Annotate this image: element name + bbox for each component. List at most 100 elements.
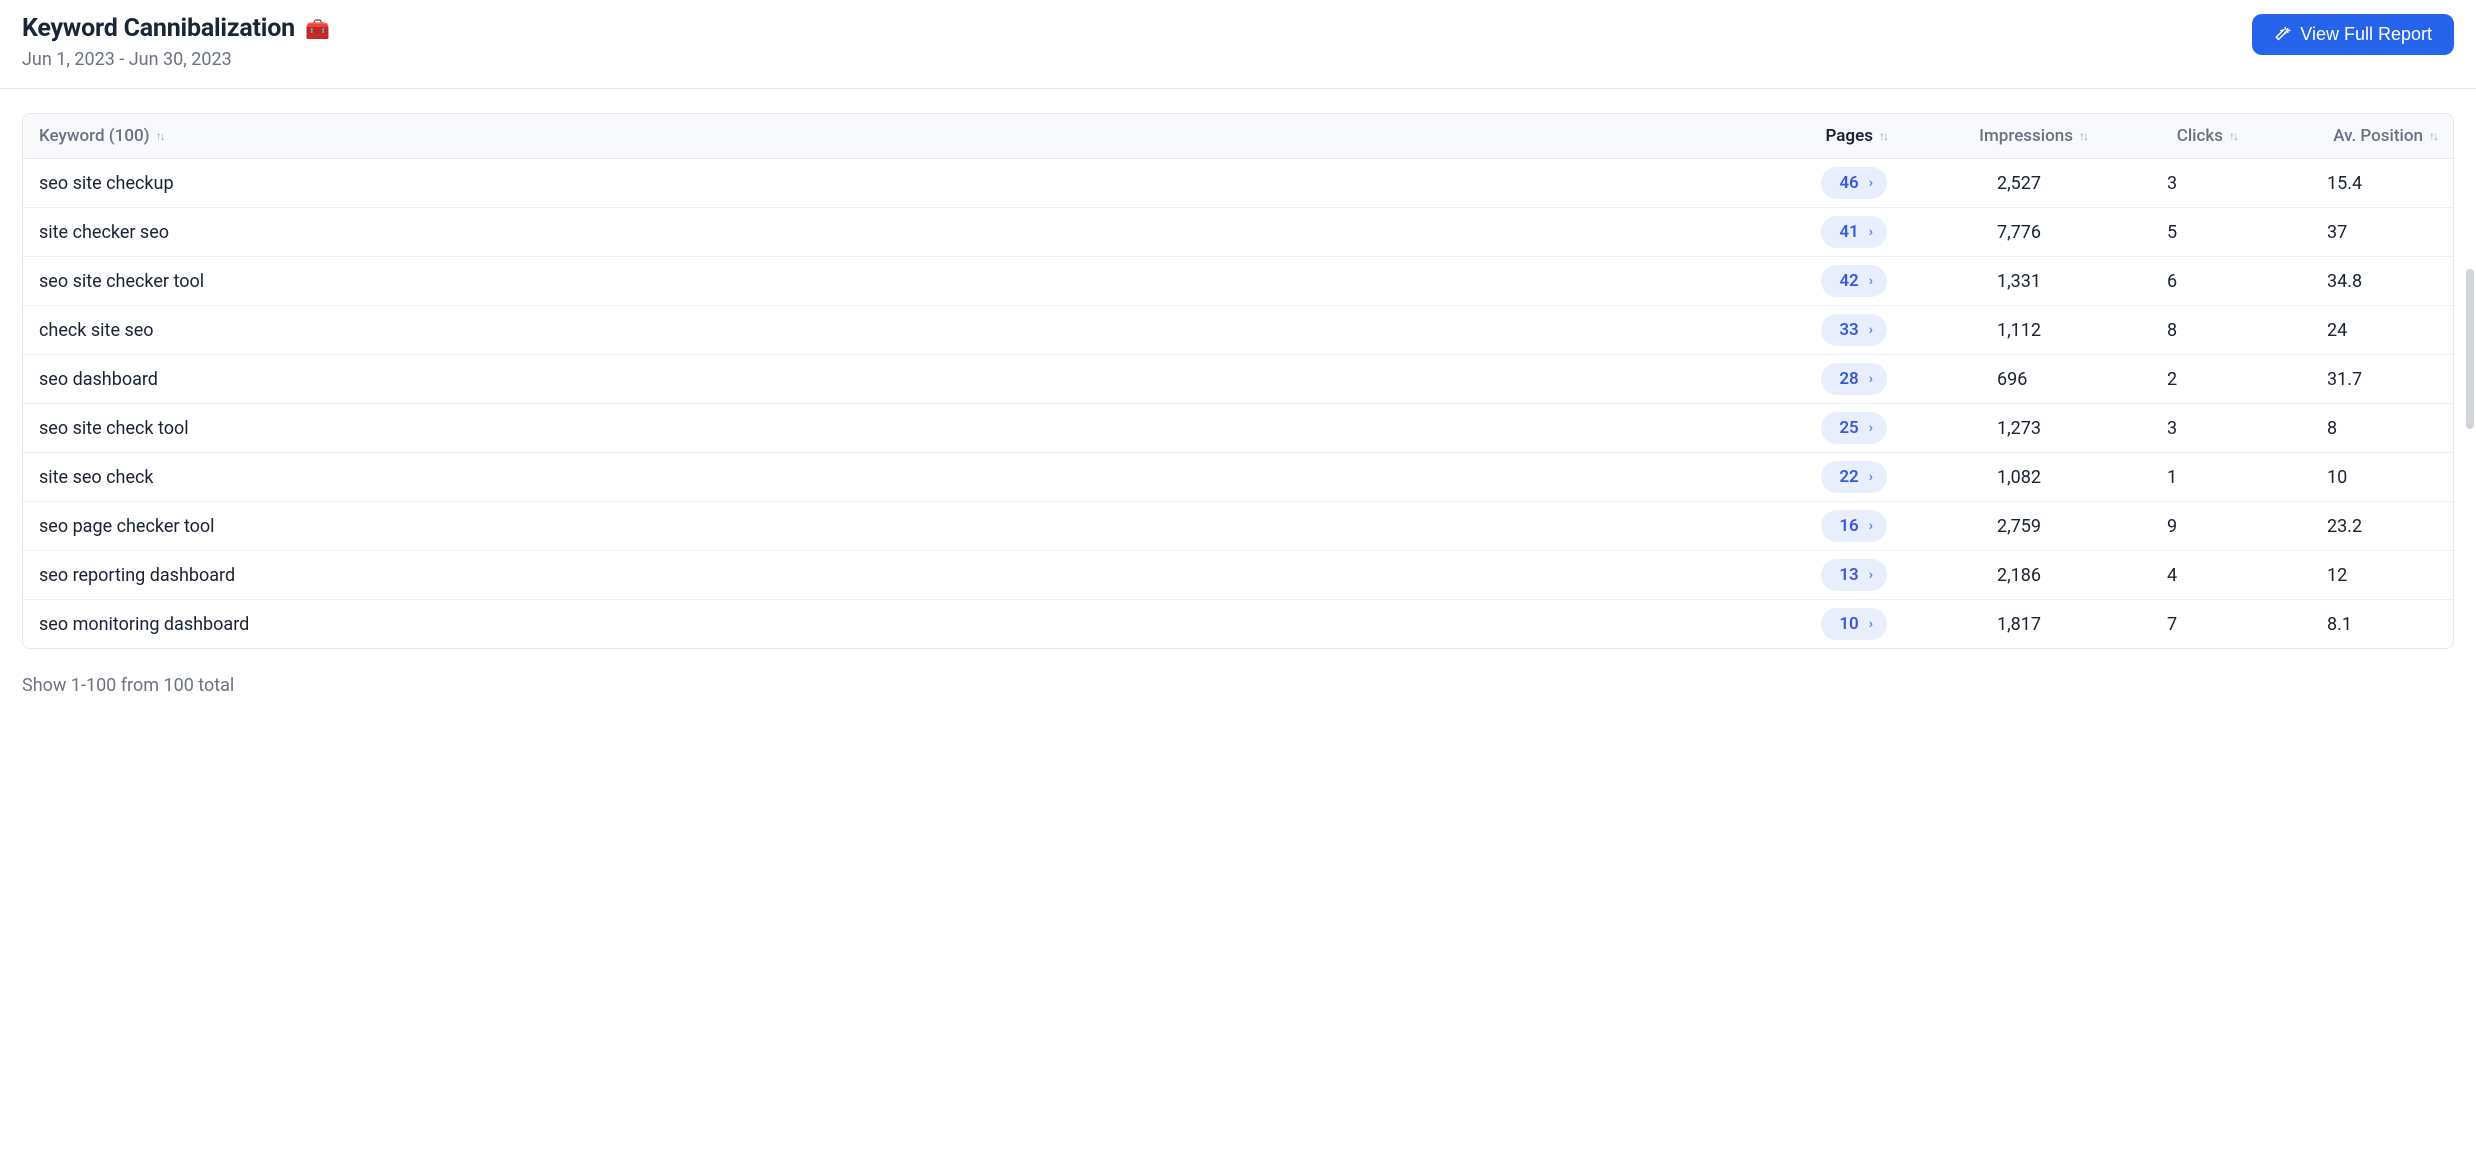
column-header-pages[interactable]: Pages ↑↓ [1717,126,1887,146]
pages-count: 41 [1839,222,1858,242]
chevron-right-icon: › [1869,420,1873,436]
table-row: check site seo 33 › 1,112 8 24 [23,306,2453,355]
cell-keyword: seo monitoring dashboard [39,614,1717,635]
table-row: site seo check 22 › 1,082 1 10 [23,453,2453,502]
column-header-impressions[interactable]: Impressions ↑↓ [1887,126,2087,146]
view-full-report-button[interactable]: View Full Report [2252,14,2454,55]
page-header: Keyword Cannibalization 🧰 Jun 1, 2023 - … [0,0,2476,89]
cell-clicks: 6 [2087,271,2237,292]
table-row: seo monitoring dashboard 10 › 1,817 7 8.… [23,600,2453,648]
column-header-keyword-label: Keyword (100) [39,126,150,146]
pages-badge[interactable]: 28 › [1821,363,1887,395]
table-header-row: Keyword (100) ↑↓ Pages ↑↓ Impressions ↑↓… [23,114,2453,159]
cell-position: 24 [2237,320,2437,341]
scrollbar[interactable] [2466,269,2474,429]
cell-impressions: 7,776 [1887,222,2087,243]
chevron-right-icon: › [1869,469,1873,485]
keyword-table: Keyword (100) ↑↓ Pages ↑↓ Impressions ↑↓… [22,113,2454,649]
date-range: Jun 1, 2023 - Jun 30, 2023 [22,49,330,70]
pages-count: 16 [1839,516,1858,536]
pages-badge[interactable]: 46 › [1821,167,1887,199]
column-header-pages-label: Pages [1825,126,1873,146]
sort-icon: ↑↓ [156,129,164,143]
cell-impressions: 696 [1887,369,2087,390]
cell-keyword: seo site checkup [39,173,1717,194]
cell-clicks: 3 [2087,418,2237,439]
pages-badge[interactable]: 25 › [1821,412,1887,444]
cell-impressions: 1,082 [1887,467,2087,488]
column-header-position[interactable]: Av. Position ↑↓ [2237,126,2437,146]
column-header-position-label: Av. Position [2333,126,2423,146]
magic-wand-icon [2274,26,2292,44]
cell-clicks: 7 [2087,614,2237,635]
cell-keyword: check site seo [39,320,1717,341]
pages-count: 13 [1839,565,1858,585]
cell-keyword: site checker seo [39,222,1717,243]
cell-keyword: seo reporting dashboard [39,565,1717,586]
toolbox-icon: 🧰 [305,17,330,41]
cell-impressions: 1,817 [1887,614,2087,635]
chevron-right-icon: › [1869,518,1873,534]
cell-keyword: seo site check tool [39,418,1717,439]
cell-keyword: seo site checker tool [39,271,1717,292]
cell-clicks: 8 [2087,320,2237,341]
pages-badge[interactable]: 33 › [1821,314,1887,346]
cell-keyword: seo dashboard [39,369,1717,390]
pages-count: 46 [1839,173,1858,193]
column-header-impressions-label: Impressions [1979,126,2073,146]
pages-badge[interactable]: 16 › [1821,510,1887,542]
cell-position: 12 [2237,565,2437,586]
pages-count: 10 [1839,614,1858,634]
chevron-right-icon: › [1869,224,1873,240]
pages-count: 42 [1839,271,1858,291]
pages-badge[interactable]: 10 › [1821,608,1887,640]
cell-clicks: 5 [2087,222,2237,243]
cell-impressions: 2,527 [1887,173,2087,194]
cell-clicks: 4 [2087,565,2237,586]
cell-impressions: 1,273 [1887,418,2087,439]
table-body: seo site checkup 46 › 2,527 3 15.4 site … [23,159,2453,648]
pages-count: 25 [1839,418,1858,438]
cell-keyword: seo page checker tool [39,516,1717,537]
sort-icon: ↑↓ [2079,129,2087,143]
cell-position: 15.4 [2237,173,2437,194]
pages-count: 33 [1839,320,1858,340]
chevron-right-icon: › [1869,175,1873,191]
cell-clicks: 3 [2087,173,2237,194]
sort-icon: ↑↓ [2229,129,2237,143]
page-title: Keyword Cannibalization [22,14,295,43]
cell-position: 31.7 [2237,369,2437,390]
cell-position: 8 [2237,418,2437,439]
cell-impressions: 1,112 [1887,320,2087,341]
table-row: site checker seo 41 › 7,776 5 37 [23,208,2453,257]
cell-position: 34.8 [2237,271,2437,292]
cell-position: 10 [2237,467,2437,488]
table-row: seo page checker tool 16 › 2,759 9 23.2 [23,502,2453,551]
column-header-clicks[interactable]: Clicks ↑↓ [2087,126,2237,146]
column-header-clicks-label: Clicks [2177,126,2223,146]
cell-clicks: 9 [2087,516,2237,537]
table-row: seo reporting dashboard 13 › 2,186 4 12 [23,551,2453,600]
pagination-summary: Show 1-100 from 100 total [0,659,2476,712]
cell-impressions: 2,759 [1887,516,2087,537]
cell-clicks: 2 [2087,369,2237,390]
pages-badge[interactable]: 22 › [1821,461,1887,493]
cell-impressions: 2,186 [1887,565,2087,586]
table-row: seo site check tool 25 › 1,273 3 8 [23,404,2453,453]
view-full-report-label: View Full Report [2300,24,2432,45]
pages-badge[interactable]: 42 › [1821,265,1887,297]
chevron-right-icon: › [1869,567,1873,583]
cell-position: 8.1 [2237,614,2437,635]
cell-keyword: site seo check [39,467,1717,488]
column-header-keyword[interactable]: Keyword (100) ↑↓ [39,126,1717,146]
sort-icon: ↑↓ [1879,129,1887,143]
pages-badge[interactable]: 41 › [1821,216,1887,248]
chevron-right-icon: › [1869,371,1873,387]
table-row: seo site checker tool 42 › 1,331 6 34.8 [23,257,2453,306]
pages-count: 22 [1839,467,1858,487]
cell-impressions: 1,331 [1887,271,2087,292]
cell-clicks: 1 [2087,467,2237,488]
sort-icon: ↑↓ [2429,129,2437,143]
pages-badge[interactable]: 13 › [1821,559,1887,591]
pages-count: 28 [1839,369,1858,389]
